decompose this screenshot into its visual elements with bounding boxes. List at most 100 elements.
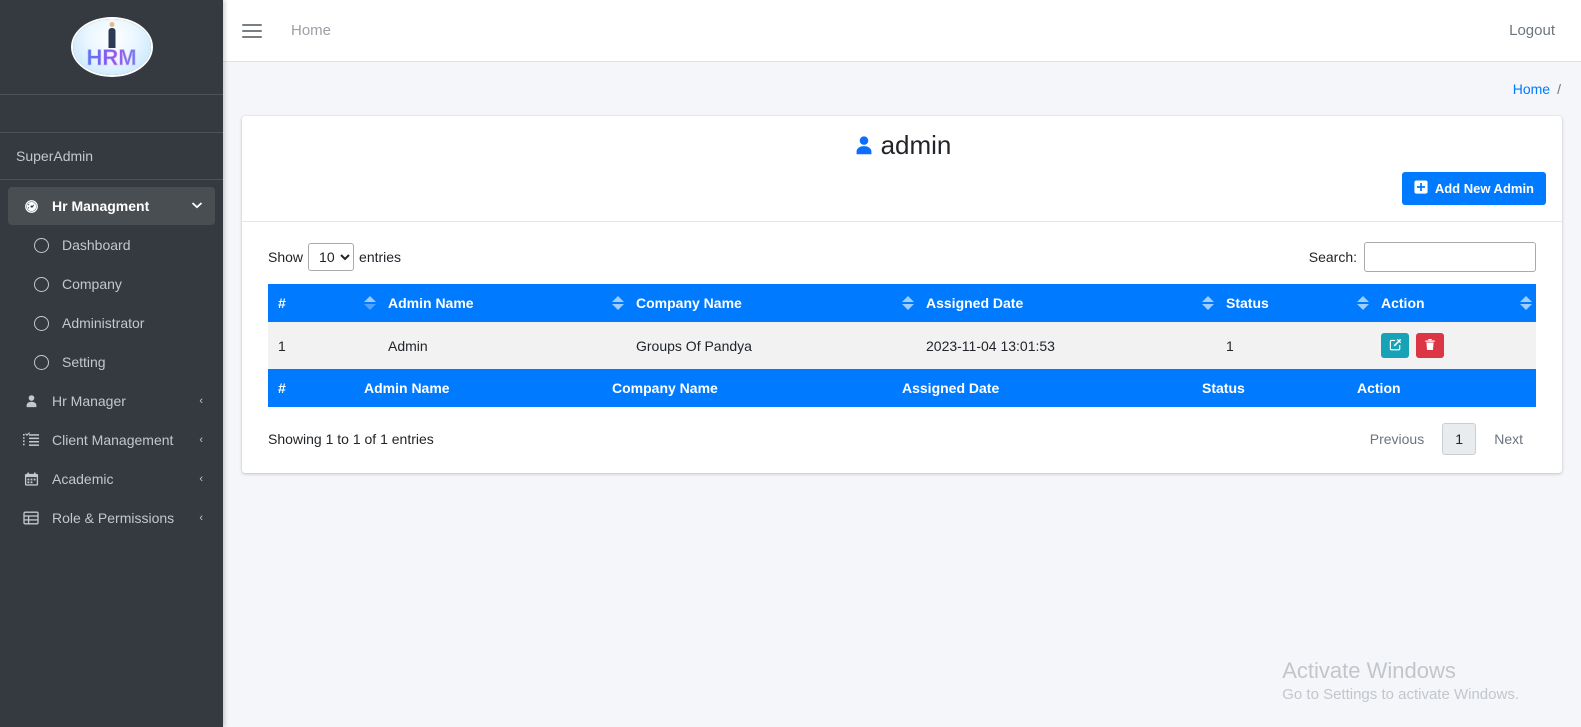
card-actions: Add New Admin bbox=[258, 172, 1546, 205]
row-action-buttons bbox=[1381, 333, 1526, 358]
sidebar-item-label: Company bbox=[62, 276, 122, 292]
delete-icon bbox=[1424, 338, 1436, 354]
table-header-label: Action bbox=[1381, 295, 1425, 311]
breadcrumb: Home / bbox=[223, 62, 1581, 116]
table-list-icon bbox=[20, 510, 42, 526]
cell-status: 1 bbox=[1192, 322, 1347, 369]
table-header-cell-admin-name[interactable]: Admin Name bbox=[354, 284, 602, 322]
page-title: admin bbox=[258, 130, 1546, 161]
sidebar-item-dashboard[interactable]: Dashboard bbox=[8, 226, 215, 264]
table-header-cell-num[interactable]: # bbox=[268, 284, 354, 322]
cell-admin-name: Admin bbox=[354, 322, 602, 369]
sort-icon bbox=[902, 295, 914, 311]
table-footer-cell-status: Status bbox=[1192, 369, 1347, 407]
entries-length-select[interactable]: 10 bbox=[308, 243, 355, 271]
sidebar-item-label: Role & Permissions bbox=[52, 510, 175, 526]
chevron-left-icon: ‹ bbox=[199, 434, 203, 446]
table-header-label: Status bbox=[1226, 295, 1269, 311]
table-foot: # Admin Name Company Name Assigned Date … bbox=[268, 369, 1536, 407]
pagination-next[interactable]: Next bbox=[1481, 423, 1536, 455]
navbar-home-link[interactable]: Home bbox=[291, 22, 331, 39]
sidebar-item-label: Hr Managment bbox=[52, 198, 150, 214]
table-header-cell-action[interactable]: Action bbox=[1347, 284, 1536, 322]
table-footer-cell-action: Action bbox=[1347, 369, 1536, 407]
chevron-left-icon: ‹ bbox=[199, 473, 203, 485]
delete-button[interactable] bbox=[1416, 333, 1444, 358]
breadcrumb-separator: / bbox=[1557, 81, 1561, 97]
cell-assigned-date: 2023-11-04 13:01:53 bbox=[892, 322, 1192, 369]
table-footer-row: # Admin Name Company Name Assigned Date … bbox=[268, 369, 1536, 407]
pagination-page-1[interactable]: 1 bbox=[1442, 423, 1477, 455]
sidebar-item-hr-manager[interactable]: Hr Manager ‹ bbox=[8, 382, 215, 420]
datatable-controls: Show 10 entries Search: bbox=[268, 236, 1536, 284]
chevron-left-icon: ‹ bbox=[199, 395, 203, 407]
sidebar: HRM SuperAdmin Hr Managment Dashboard Co… bbox=[0, 0, 223, 727]
table-footer-cell-num: # bbox=[268, 369, 354, 407]
entries-label: entries bbox=[359, 249, 402, 265]
admin-card: admin Add New Admin Show 10 entries Sear… bbox=[242, 116, 1562, 473]
sidebar-user-panel[interactable]: SuperAdmin bbox=[0, 133, 223, 180]
table-head: # Admin Name Company Name Assigned Date … bbox=[268, 284, 1536, 322]
hamburger-icon[interactable] bbox=[239, 18, 265, 44]
sidebar-item-setting[interactable]: Setting bbox=[8, 343, 215, 381]
content-wrapper: admin Add New Admin Show 10 entries Sear… bbox=[223, 116, 1581, 473]
table-header-label: # bbox=[278, 295, 286, 311]
circle-icon bbox=[30, 237, 52, 253]
add-new-admin-label: Add New Admin bbox=[1434, 181, 1534, 196]
table-header-cell-assigned-date[interactable]: Assigned Date bbox=[892, 284, 1192, 322]
user-icon bbox=[853, 135, 875, 157]
tachometer-icon bbox=[20, 198, 42, 215]
sidebar-item-client-management[interactable]: Client Management ‹ bbox=[8, 421, 215, 459]
circle-icon bbox=[30, 315, 52, 331]
search-input[interactable] bbox=[1364, 242, 1536, 272]
search-label: Search: bbox=[1308, 249, 1357, 265]
watermark-subtitle: Go to Settings to activate Windows. bbox=[1282, 686, 1519, 703]
user-icon bbox=[20, 394, 42, 409]
sidebar-item-academic[interactable]: Academic ‹ bbox=[8, 460, 215, 498]
table-header-cell-status[interactable]: Status bbox=[1192, 284, 1347, 322]
table-header-row: # Admin Name Company Name Assigned Date … bbox=[268, 284, 1536, 322]
pagination-previous[interactable]: Previous bbox=[1357, 423, 1437, 455]
table-row[interactable]: 1 Admin Groups Of Pandya 2023-11-04 13:0… bbox=[268, 322, 1536, 369]
table-body: 1 Admin Groups Of Pandya 2023-11-04 13:0… bbox=[268, 322, 1536, 369]
edit-button[interactable] bbox=[1381, 333, 1409, 358]
add-new-admin-button[interactable]: Add New Admin bbox=[1401, 172, 1546, 205]
card-body: Show 10 entries Search: # Admin Name Com… bbox=[242, 222, 1562, 473]
sort-icon bbox=[1202, 295, 1214, 311]
sidebar-item-label: Dashboard bbox=[62, 237, 131, 253]
cell-company-name: Groups Of Pandya bbox=[602, 322, 892, 369]
chevron-left-icon: ‹ bbox=[199, 512, 203, 524]
sort-ascending-icon bbox=[364, 295, 376, 311]
sidebar-item-administrator[interactable]: Administrator bbox=[8, 304, 215, 342]
sidebar-item-hr-managment[interactable]: Hr Managment bbox=[8, 187, 215, 225]
sort-icon bbox=[1357, 295, 1369, 311]
main-area: Home Logout Home / admin Add New Admin S… bbox=[223, 0, 1581, 727]
tasks-list-icon bbox=[20, 432, 42, 448]
cell-num: 1 bbox=[268, 322, 354, 369]
app-root: HRM SuperAdmin Hr Managment Dashboard Co… bbox=[0, 0, 1581, 727]
table-header-cell-company-name[interactable]: Company Name bbox=[602, 284, 892, 322]
hrm-logo-oval-icon: HRM bbox=[72, 19, 151, 75]
table-header-label: Admin Name bbox=[388, 295, 474, 311]
top-navbar: Home Logout bbox=[223, 0, 1581, 62]
table-header-label: Company Name bbox=[636, 295, 742, 311]
sidebar-item-label: Hr Manager bbox=[52, 393, 126, 409]
sidebar-item-company[interactable]: Company bbox=[8, 265, 215, 303]
table-footer-cell-assigned-date: Assigned Date bbox=[892, 369, 1192, 407]
card-header: admin Add New Admin bbox=[242, 116, 1562, 222]
breadcrumb-home-link[interactable]: Home bbox=[1513, 81, 1550, 97]
entries-length-control: Show 10 entries bbox=[268, 243, 401, 271]
show-label: Show bbox=[268, 249, 304, 265]
sidebar-item-role-permissions[interactable]: Role & Permissions ‹ bbox=[8, 499, 215, 537]
sidebar-nav: Hr Managment Dashboard Company Administr… bbox=[0, 180, 223, 538]
edit-icon bbox=[1389, 338, 1402, 354]
sidebar-user-label: SuperAdmin bbox=[16, 148, 94, 164]
logout-button[interactable]: Logout bbox=[1509, 22, 1555, 39]
circle-icon bbox=[30, 276, 52, 292]
brand-logo[interactable]: HRM bbox=[0, 0, 223, 95]
chevron-down-icon bbox=[191, 200, 203, 212]
datatable-footer: Showing 1 to 1 of 1 entries Previous 1 N… bbox=[268, 407, 1536, 455]
cell-action bbox=[1347, 322, 1536, 369]
search-control: Search: bbox=[1309, 242, 1536, 272]
sidebar-item-label: Setting bbox=[62, 354, 106, 370]
